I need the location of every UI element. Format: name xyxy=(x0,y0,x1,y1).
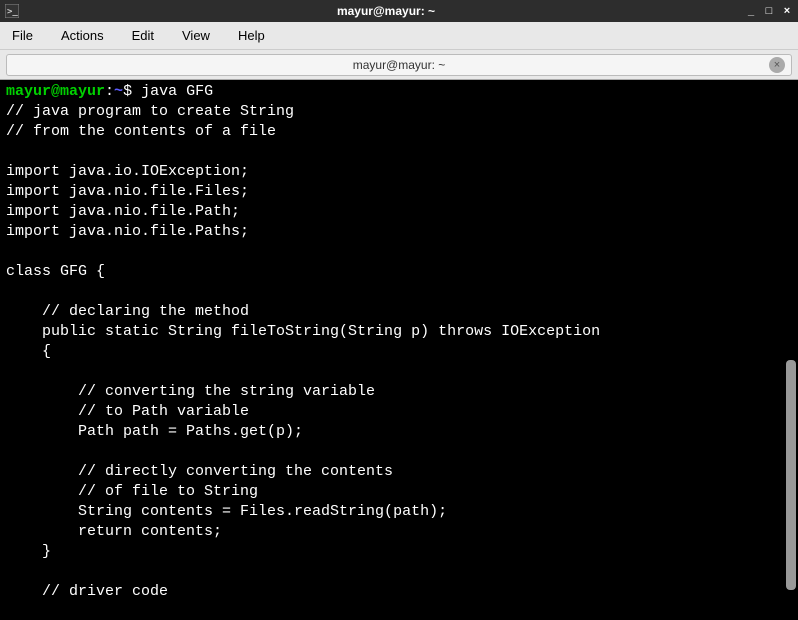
minimize-button[interactable]: _ xyxy=(744,4,758,18)
output-line: { xyxy=(6,343,51,360)
output-line: // declaring the method xyxy=(6,303,249,320)
terminal-tab[interactable]: mayur@mayur: ~ × xyxy=(6,54,792,76)
output-line: // converting the string variable xyxy=(6,383,375,400)
output-line: } xyxy=(6,543,51,560)
output-line: // to Path variable xyxy=(6,403,249,420)
maximize-button[interactable]: □ xyxy=(762,4,776,18)
command-text: java GFG xyxy=(141,83,213,100)
output-line: import java.io.IOException; xyxy=(6,163,249,180)
svg-text:>_: >_ xyxy=(7,7,18,17)
tab-label: mayur@mayur: ~ xyxy=(353,58,446,72)
titlebar: >_ mayur@mayur: ~ _ □ × xyxy=(0,0,798,22)
tab-close-icon[interactable]: × xyxy=(769,57,785,73)
output-line: // of file to String xyxy=(6,483,258,500)
output-line: // driver code xyxy=(6,583,168,600)
window-controls: _ □ × xyxy=(744,4,794,18)
scrollbar[interactable] xyxy=(786,360,796,590)
output-line: import java.nio.file.Files; xyxy=(6,183,249,200)
prompt-user-host: mayur@mayur xyxy=(6,83,105,100)
prompt-path: ~ xyxy=(114,83,123,100)
menu-view[interactable]: View xyxy=(178,26,214,45)
output-line: return contents; xyxy=(6,523,222,540)
close-button[interactable]: × xyxy=(780,4,794,18)
prompt-dollar: $ xyxy=(123,83,141,100)
terminal-icon: >_ xyxy=(4,3,20,19)
output-line: Path path = Paths.get(p); xyxy=(6,423,303,440)
menu-edit[interactable]: Edit xyxy=(128,26,158,45)
output-line: import java.nio.file.Paths; xyxy=(6,223,249,240)
menu-help[interactable]: Help xyxy=(234,26,269,45)
output-line: String contents = Files.readString(path)… xyxy=(6,503,447,520)
output-line: public static String fileToString(String… xyxy=(6,323,600,340)
terminal-output[interactable]: mayur@mayur:~$ java GFG // java program … xyxy=(0,80,798,620)
prompt-colon: : xyxy=(105,83,114,100)
tabbar: mayur@mayur: ~ × xyxy=(0,50,798,80)
output-line: // java program to create String xyxy=(6,103,294,120)
window-title: mayur@mayur: ~ xyxy=(28,4,744,18)
menu-file[interactable]: File xyxy=(8,26,37,45)
output-line: // from the contents of a file xyxy=(6,123,276,140)
output-line: import java.nio.file.Path; xyxy=(6,203,240,220)
output-line: // directly converting the contents xyxy=(6,463,393,480)
output-line: class GFG { xyxy=(6,263,105,280)
menu-actions[interactable]: Actions xyxy=(57,26,108,45)
menubar: File Actions Edit View Help xyxy=(0,22,798,50)
